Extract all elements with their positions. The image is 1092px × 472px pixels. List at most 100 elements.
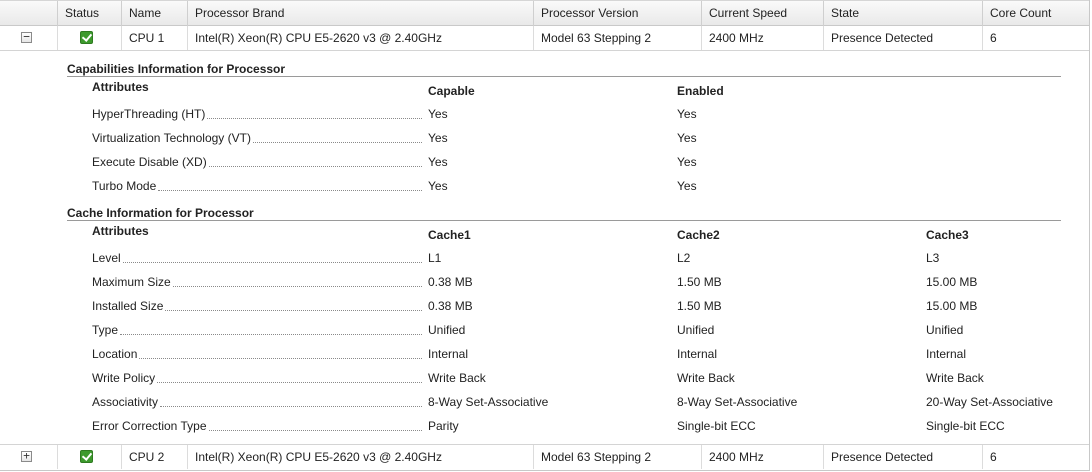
attribute-value: Unified (428, 323, 466, 337)
status-cell (57, 26, 121, 50)
attribute-value: Yes (677, 107, 697, 121)
attribute-value: 1.50 MB (677, 299, 722, 313)
attribute-label-text: Maximum Size (92, 275, 171, 289)
core-count: 6 (982, 26, 1089, 50)
leader-dots (208, 155, 422, 167)
cpu-name: CPU 2 (121, 445, 187, 469)
leader-dots (120, 323, 422, 335)
current-speed: 2400 MHz (701, 26, 823, 50)
attribute-label-text: Level (92, 251, 121, 265)
column-header-status[interactable]: Status (57, 1, 121, 26)
state: Presence Detected (823, 26, 982, 50)
column-header-name[interactable]: Name (121, 1, 187, 26)
cache-divider (67, 220, 1061, 221)
leader-dots (208, 419, 422, 431)
attribute-value: L1 (428, 251, 442, 265)
column-header-current-speed[interactable]: Current Speed (701, 1, 823, 26)
attribute-label: Associativity (92, 395, 422, 410)
leader-dots (157, 371, 422, 383)
current-speed: 2400 MHz (701, 445, 823, 469)
capabilities-attributes-header: Attributes (92, 80, 149, 94)
attribute-value: Yes (428, 179, 448, 193)
leader-dots (165, 299, 422, 311)
collapse-row-button[interactable]: − (21, 31, 32, 43)
attribute-label: Level (92, 251, 422, 266)
processor-brand: Intel(R) Xeon(R) CPU E5-2620 v3 @ 2.40GH… (187, 445, 533, 469)
expand-row-button[interactable]: + (21, 450, 32, 462)
cache-section-title: Cache Information for Processor (67, 206, 254, 220)
attribute-value: Yes (428, 107, 448, 121)
attribute-value: Write Back (677, 371, 735, 385)
attribute-value: L2 (677, 251, 691, 265)
leader-dots (122, 251, 422, 263)
attribute-value: Yes (677, 179, 697, 193)
attribute-label: Type (92, 323, 422, 338)
status-cell (57, 445, 121, 469)
attribute-label-text: HyperThreading (HT) (92, 107, 206, 121)
column-header-processor-brand[interactable]: Processor Brand (187, 1, 533, 26)
leader-dots (252, 131, 422, 143)
attribute-label: Execute Disable (XD) (92, 155, 422, 170)
processor-brand: Intel(R) Xeon(R) CPU E5-2620 v3 @ 2.40GH… (187, 26, 533, 50)
status-ok-check-icon (80, 31, 93, 44)
attribute-value: Yes (677, 155, 697, 169)
attribute-label: Installed Size (92, 299, 422, 314)
attribute-label-text: Error Correction Type (92, 419, 207, 433)
leader-dots (139, 347, 422, 359)
attribute-value: Yes (428, 131, 448, 145)
leader-dots (160, 395, 422, 407)
attribute-label-text: Associativity (92, 395, 159, 409)
attribute-value: Unified (677, 323, 715, 337)
attribute-value: 20-Way Set-Associative (926, 395, 1053, 409)
cache-column-cache3: Cache3 (926, 228, 969, 242)
attribute-label: Location (92, 347, 422, 362)
cache-attributes-header: Attributes (92, 224, 149, 238)
attribute-value: Yes (677, 131, 697, 145)
attribute-label: Virtualization Technology (VT) (92, 131, 422, 146)
attribute-value: Single-bit ECC (926, 419, 1005, 433)
attribute-label: Write Policy (92, 371, 422, 386)
attribute-value: Internal (677, 347, 718, 361)
attribute-label: Error Correction Type (92, 419, 422, 434)
leader-dots (158, 179, 422, 191)
capabilities-divider (67, 76, 1061, 77)
attribute-value: 15.00 MB (926, 275, 978, 289)
attribute-value: 0.38 MB (428, 275, 473, 289)
column-header-core-count[interactable]: Core Count (982, 1, 1089, 26)
attribute-value: Unified (926, 323, 964, 337)
column-header-processor-version[interactable]: Processor Version (533, 1, 701, 26)
attribute-label-text: Installed Size (92, 299, 164, 313)
table-row-cpu-1[interactable]: − CPU 1 Intel(R) Xeon(R) CPU E5-2620 v3 … (0, 26, 1089, 51)
table-header: Status Name Processor Brand Processor Ve… (0, 0, 1089, 26)
attribute-value: Internal (428, 347, 469, 361)
attribute-label-text: Write Policy (92, 371, 156, 385)
attribute-label-text: Virtualization Technology (VT) (92, 131, 251, 145)
leader-dots (207, 107, 422, 119)
cache-column-cache2: Cache2 (677, 228, 720, 242)
status-ok-check-icon (80, 450, 93, 463)
attribute-value: 15.00 MB (926, 299, 978, 313)
leader-dots (172, 275, 422, 287)
processor-version: Model 63 Stepping 2 (533, 445, 701, 469)
attribute-value: Write Back (428, 371, 486, 385)
cache-column-cache1: Cache1 (428, 228, 471, 242)
capabilities-section-title: Capabilities Information for Processor (67, 62, 286, 76)
attribute-label-text: Location (92, 347, 138, 361)
attribute-value: 8-Way Set-Associative (428, 395, 549, 409)
attribute-value: Yes (428, 155, 448, 169)
attribute-value: Single-bit ECC (677, 419, 756, 433)
state: Presence Detected (823, 445, 982, 469)
column-header-state[interactable]: State (823, 1, 982, 26)
attribute-value: Internal (926, 347, 967, 361)
capabilities-column-enabled: Enabled (677, 84, 724, 98)
core-count: 6 (982, 445, 1089, 469)
attribute-label-text: Type (92, 323, 119, 337)
processor-panel: Status Name Processor Brand Processor Ve… (0, 0, 1090, 471)
capabilities-column-capable: Capable (428, 84, 475, 98)
attribute-label-text: Execute Disable (XD) (92, 155, 207, 169)
attribute-value: Write Back (926, 371, 984, 385)
processor-version: Model 63 Stepping 2 (533, 26, 701, 50)
table-row-cpu-2[interactable]: + CPU 2 Intel(R) Xeon(R) CPU E5-2620 v3 … (0, 444, 1089, 470)
attribute-value: 8-Way Set-Associative (677, 395, 798, 409)
attribute-value: L3 (926, 251, 940, 265)
